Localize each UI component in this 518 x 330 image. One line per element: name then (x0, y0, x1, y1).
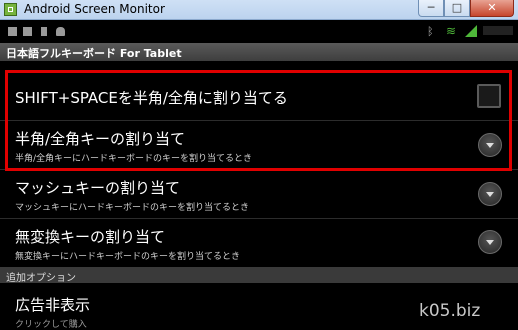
pref-summary: クリックして購入 (15, 320, 87, 330)
pref-mash-key[interactable]: マッシュキーの割り当て マッシュキーにハードキーボードのキーを割り当てるとき (0, 171, 518, 219)
bluetooth-icon: ᛒ (427, 25, 434, 38)
highlight-box (5, 70, 512, 171)
chevron-down-icon[interactable] (478, 230, 502, 254)
pref-title: マッシュキーの割り当て (15, 179, 181, 197)
page-title: 日本語フルキーボード For Tablet (6, 47, 182, 60)
notification-icon (23, 27, 32, 36)
pref-summary: 無変換キーにハードキーボードのキーを割り当てるとき (15, 252, 241, 262)
minimize-button[interactable]: ─ (418, 0, 444, 17)
watermark: k05.biz (419, 301, 481, 321)
pref-title: 広告非表示 (15, 296, 91, 314)
android-debug-icon (56, 27, 65, 36)
category-header: 追加オプション (0, 267, 518, 284)
status-bar: ᛒ ≋ (0, 20, 518, 43)
maximize-button[interactable]: □ (444, 0, 470, 17)
window-title: Android Screen Monitor (24, 2, 165, 16)
usb-icon (41, 27, 47, 36)
window-title-bar: Android Screen Monitor ─ □ ✕ (0, 0, 518, 20)
signal-icon (465, 25, 477, 37)
pref-title: 無変換キーの割り当て (15, 228, 166, 246)
app-title-bar: 日本語フルキーボード For Tablet (0, 43, 518, 61)
chevron-down-icon[interactable] (478, 182, 502, 206)
pref-muhenkan-key[interactable]: 無変換キーの割り当て 無変換キーにハードキーボードのキーを割り当てるとき (0, 219, 518, 267)
wifi-icon: ≋ (445, 24, 457, 38)
pref-summary: マッシュキーにハードキーボードのキーを割り当てるとき (15, 203, 250, 213)
app-icon (4, 3, 17, 16)
notification-icon (8, 27, 17, 36)
close-button[interactable]: ✕ (470, 0, 514, 17)
clock (483, 26, 513, 35)
category-label: 追加オプション (6, 273, 76, 284)
